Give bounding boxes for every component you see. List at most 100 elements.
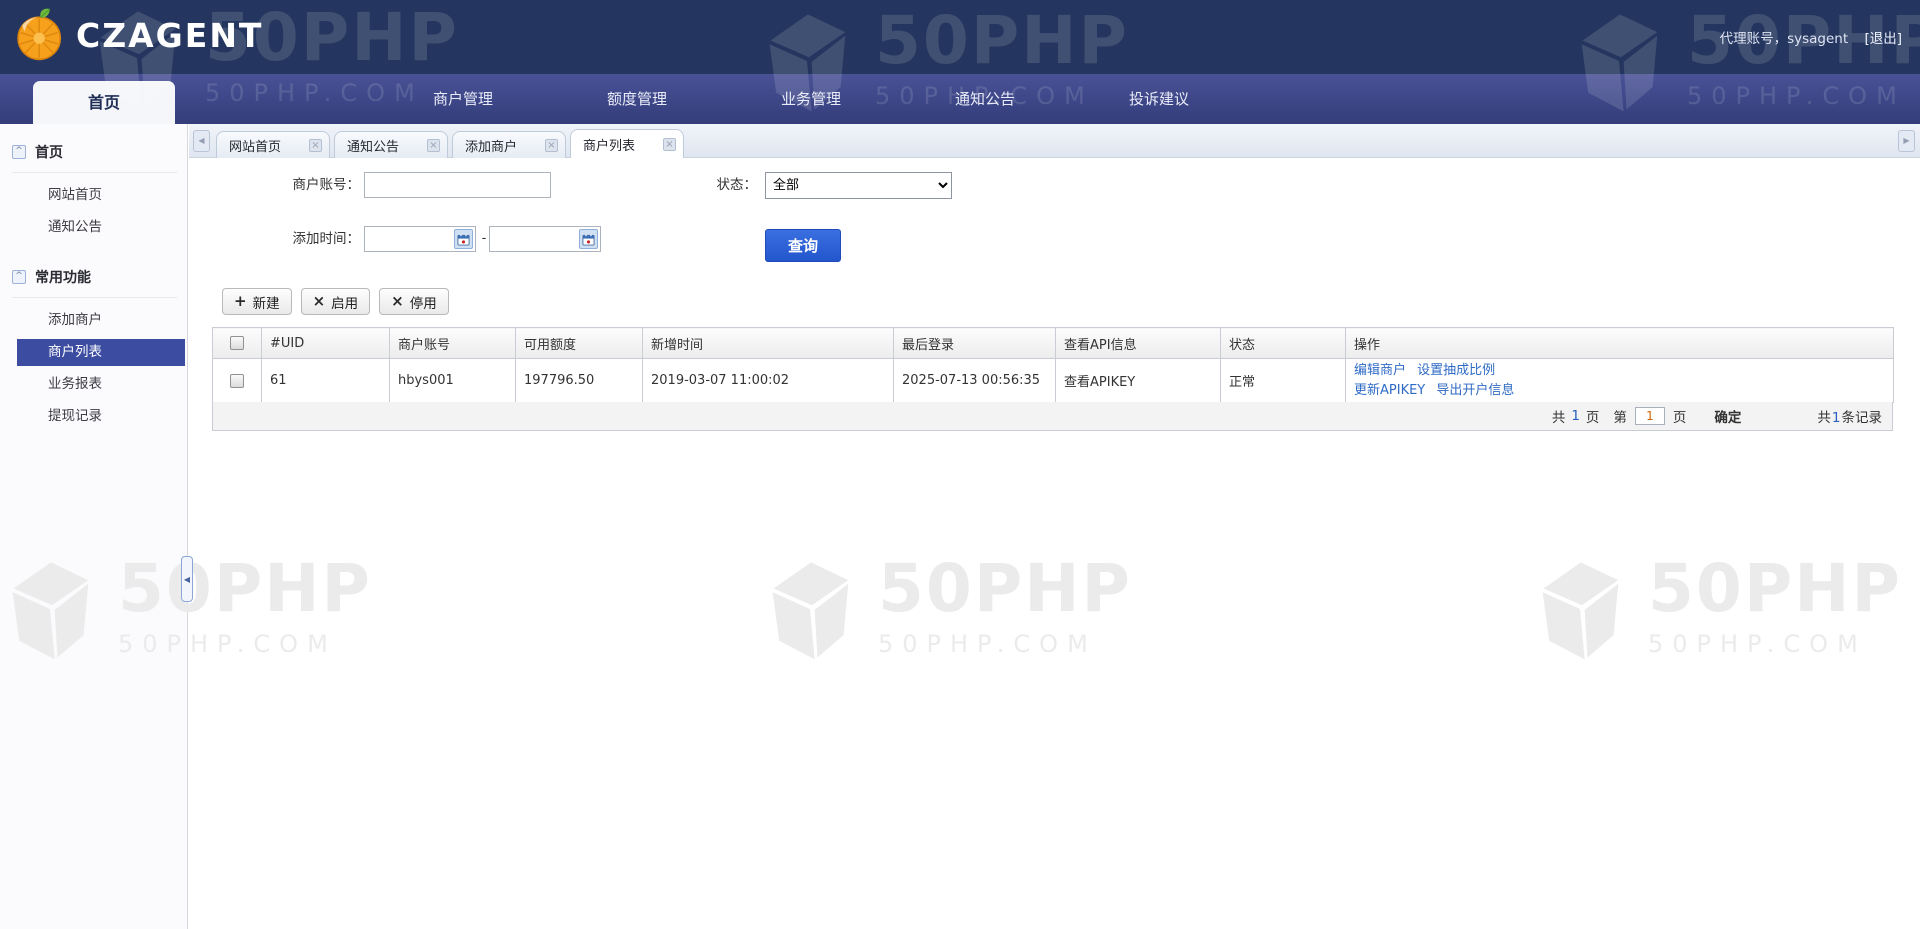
sidebar-section-header[interactable]: ^ 常用功能: [12, 267, 187, 287]
date-range-separator: -: [481, 231, 487, 246]
nav-item-label: 额度管理: [606, 90, 667, 108]
section-collapse-icon[interactable]: ^: [12, 145, 26, 159]
nav-item-label: 投诉建议: [1128, 90, 1189, 108]
select-all-checkbox[interactable]: [230, 336, 244, 350]
cell-uid: 61: [261, 358, 390, 403]
add-time-label: 添加时间：: [292, 231, 361, 247]
pagination-page-word: 页: [1672, 410, 1687, 426]
tab-label: 添加商户: [465, 139, 518, 155]
merchant-account-input[interactable]: [364, 172, 551, 198]
sidebar-items: 添加商户 商户列表 业务报表 提现记录: [12, 298, 187, 432]
cell-account-link[interactable]: hbys001: [389, 358, 516, 403]
enable-button[interactable]: × 启用: [300, 288, 371, 315]
sidebar-collapse-handle[interactable]: ◀: [181, 556, 193, 602]
export-account-link[interactable]: 导出开户信息: [1436, 383, 1514, 398]
page-number-input[interactable]: [1634, 407, 1665, 425]
tab-close-icon[interactable]: ×: [309, 138, 322, 152]
logout-link[interactable]: [退出]: [1864, 31, 1902, 47]
cell-actions: 编辑商户 设置抽成比例 更新APIKEY 导出开户信息: [1345, 358, 1894, 403]
column-header: 最后登录: [893, 327, 1056, 359]
orange-logo-icon: [17, 8, 62, 61]
disable-button[interactable]: × 停用: [379, 288, 449, 315]
cell-created: 2019-03-07 11:00:02: [642, 358, 894, 403]
records-suffix: 条记录: [1841, 410, 1883, 426]
nav-item-label: 业务管理: [780, 90, 841, 108]
enable-button-label: 启用: [331, 295, 359, 312]
query-button[interactable]: 查询: [765, 229, 841, 262]
nav-item[interactable]: 投诉建议: [1089, 74, 1229, 124]
table-toolbar: + 新建 × 启用 × 停用: [222, 288, 449, 315]
tab-strip: ◀ 网站首页 × 通知公告 × 添加商户 × 商户列表 × ▶: [189, 124, 1920, 158]
sidebar-item[interactable]: 业务报表: [12, 368, 187, 400]
section-collapse-icon[interactable]: ^: [12, 270, 26, 284]
content-tab[interactable]: 网站首页 ×: [216, 131, 330, 158]
tab-close-icon[interactable]: ×: [545, 138, 558, 152]
update-apikey-link[interactable]: 更新APIKEY: [1354, 383, 1425, 398]
sidebar-item[interactable]: 提现记录: [12, 400, 187, 432]
cross-icon: ×: [391, 292, 404, 310]
main-area: ◀ 网站首页 × 通知公告 × 添加商户 × 商户列表 × ▶ 商户账号： 状态…: [189, 124, 1920, 929]
table-row: 61 hbys001 197796.50 2019-03-07 11:00:02…: [212, 358, 1894, 403]
nav-item[interactable]: 业务管理: [741, 74, 881, 124]
open-tabs: 网站首页 × 通知公告 × 添加商户 × 商户列表 ×: [216, 124, 684, 158]
nav-item-label: 首页: [87, 93, 120, 112]
row-checkbox[interactable]: [230, 373, 244, 388]
logo: CZAGENT: [14, 7, 263, 63]
records-count: 共1条记录: [1817, 406, 1882, 426]
main-nav: 首页 商户管理 额度管理 业务管理 通知公告 投诉建议: [0, 74, 1920, 124]
table-header-row: #UID 商户账号 可用额度 新增时间 最后登录 查看API信息 状态 操作: [212, 327, 1894, 359]
tab-close-icon[interactable]: ×: [663, 137, 676, 151]
pagination-total-prefix: 共: [1551, 410, 1566, 426]
column-header: 查看API信息: [1055, 327, 1221, 359]
new-button[interactable]: + 新建: [222, 288, 292, 315]
column-header: 新增时间: [642, 327, 894, 359]
set-ratio-link[interactable]: 设置抽成比例: [1417, 363, 1495, 378]
edit-merchant-link[interactable]: 编辑商户: [1354, 363, 1406, 378]
date-from-wrap: [364, 226, 476, 252]
nav-item[interactable]: 通知公告: [915, 74, 1055, 124]
pagination-bar: 共 1 页 第 页 确定 共1条记录: [212, 402, 1893, 431]
collapse-left-icon: ◀: [183, 574, 191, 584]
column-header: 可用额度: [515, 327, 643, 359]
sidebar-section-title: 常用功能: [35, 270, 91, 286]
sidebar-item-label: 业务报表: [48, 376, 102, 392]
content: 商户账号： 状态： 全部 添加时间： - 查询 + 新建 × 启用 × 停用 #…: [189, 158, 1920, 929]
sidebar-section-title: 首页: [35, 145, 63, 161]
nav-item[interactable]: 额度管理: [567, 74, 707, 124]
sidebar-item[interactable]: 添加商户: [12, 304, 187, 336]
sidebar-section-header[interactable]: ^ 首页: [12, 142, 187, 162]
plus-icon: +: [234, 292, 247, 310]
cell-api-link[interactable]: 查看APIKEY: [1055, 358, 1221, 403]
calendar-icon[interactable]: [454, 229, 473, 249]
nav-item-label: 通知公告: [954, 90, 1015, 108]
cell-last-login: 2025-07-13 00:56:35: [893, 358, 1056, 403]
pagination-current-prefix: 第: [1613, 410, 1627, 426]
sidebar-item[interactable]: 商户列表: [17, 339, 185, 366]
tab-close-icon[interactable]: ×: [427, 138, 440, 152]
content-tab[interactable]: 商户列表 ×: [570, 129, 684, 158]
disable-button-label: 停用: [409, 295, 437, 312]
status-select[interactable]: 全部: [765, 172, 952, 199]
tab-scroll-right-icon[interactable]: ▶: [1898, 130, 1915, 152]
column-header: #UID: [261, 327, 390, 359]
calendar-icon[interactable]: [579, 229, 598, 249]
content-tab[interactable]: 通知公告 ×: [334, 131, 448, 158]
tab-label: 商户列表: [583, 138, 636, 154]
records-number: 1: [1831, 410, 1841, 426]
sidebar-item[interactable]: 通知公告: [12, 211, 187, 243]
nav-item[interactable]: 商户管理: [393, 74, 533, 124]
column-header: 操作: [1345, 327, 1894, 359]
tab-scroll-left-icon[interactable]: ◀: [193, 130, 210, 152]
sidebar-section-common: ^ 常用功能 添加商户 商户列表 业务报表 提现记录: [0, 249, 187, 438]
tab-label: 网站首页: [229, 139, 282, 155]
content-tab[interactable]: 添加商户 ×: [452, 131, 566, 158]
nav-item-label: 商户管理: [432, 90, 493, 108]
sidebar-item[interactable]: 网站首页: [12, 179, 187, 211]
nav-item[interactable]: 首页: [33, 81, 175, 124]
pagination-confirm-button[interactable]: 确定: [1714, 406, 1741, 426]
header-checkbox-cell: [212, 327, 262, 359]
pagination-page-word: 页: [1585, 410, 1600, 426]
page: CZAGENT 代理账号，sysagent [退出] 首页 商户管理 额度管理 …: [0, 0, 1920, 929]
cell-status: 正常: [1220, 358, 1346, 403]
row-checkbox-cell: [212, 358, 262, 403]
